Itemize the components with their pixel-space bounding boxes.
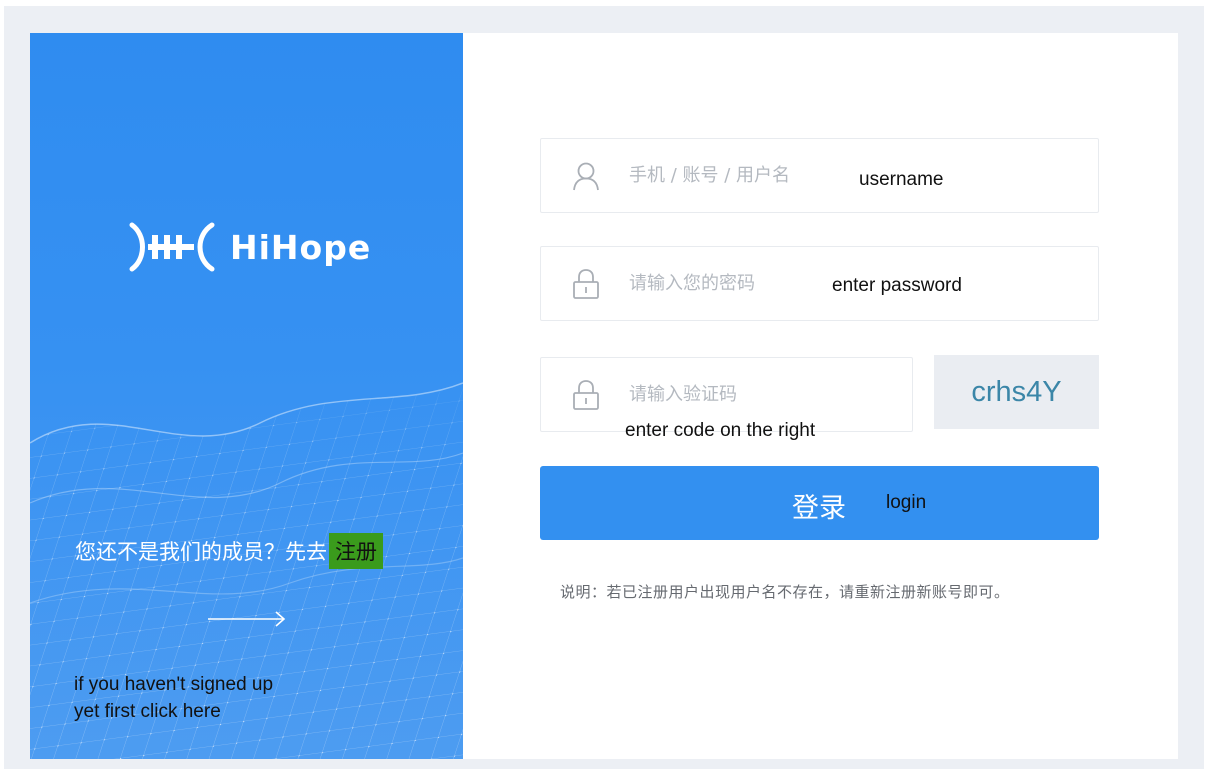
lock-icon (571, 378, 601, 412)
username-field[interactable] (540, 138, 1099, 213)
captcha-annotation: enter code on the right (625, 420, 816, 441)
login-annotation: login (886, 492, 927, 513)
page-frame: HiHope 您还不是我们的成员？先去 注册 if you haven't si… (4, 6, 1204, 769)
login-button-label: 登录 (792, 493, 846, 523)
captcha-input[interactable] (627, 383, 821, 406)
username-input[interactable] (627, 164, 821, 187)
login-card: HiHope 您还不是我们的成员？先去 注册 if you haven't si… (30, 33, 1178, 759)
hihope-logo: HiHope (128, 221, 371, 273)
captcha-image[interactable]: crhs4Y (934, 355, 1099, 429)
brand-name: HiHope (230, 227, 372, 267)
member-prompt: 您还不是我们的成员？先去 注册 (75, 533, 383, 569)
username-annotation: username (859, 169, 944, 190)
password-annotation: enter password (832, 275, 962, 296)
register-link[interactable]: 注册 (329, 533, 383, 569)
explanation-note: 说明：若已注册用户出现用户名不存在，请重新注册新账号即可。 (560, 583, 1010, 601)
hihope-logo-mark (129, 222, 215, 272)
register-annotation-line1: if you haven't signed up (74, 674, 274, 695)
login-button[interactable]: 登录 login (540, 466, 1099, 540)
register-annotation: if you haven't signed up yet first click… (74, 671, 374, 725)
password-field[interactable] (540, 246, 1099, 321)
user-icon (571, 159, 601, 193)
register-annotation-line2: yet first click here (74, 701, 221, 722)
member-prompt-text: 您还不是我们的成员？先去 (75, 540, 327, 564)
password-input[interactable] (627, 272, 821, 295)
lock-icon (571, 267, 601, 301)
arrow-right-icon[interactable] (208, 609, 288, 629)
brand-panel: HiHope 您还不是我们的成员？先去 注册 if you haven't si… (30, 33, 463, 759)
